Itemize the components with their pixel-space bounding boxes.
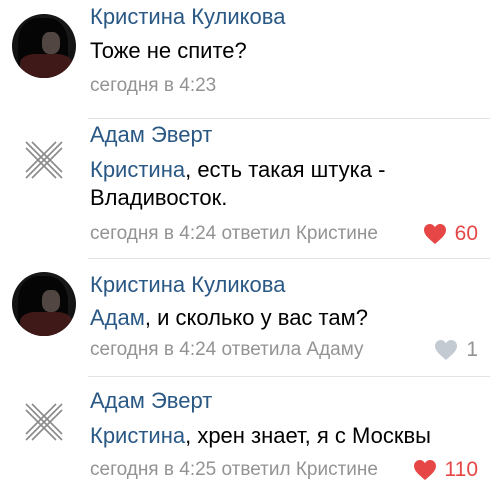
- mention-link[interactable]: Кристина: [90, 423, 185, 448]
- avatar[interactable]: [12, 272, 76, 336]
- comment-author[interactable]: Адам Эверт: [90, 388, 212, 414]
- like-count: 60: [454, 222, 478, 245]
- like-button[interactable]: 1: [434, 338, 478, 362]
- comment-text-body: , есть такая штука -: [185, 157, 386, 182]
- comment-text-body: , хрен знает, я с Москвы: [185, 423, 431, 448]
- comment-item: Адам Эверт Кристина, есть такая штука - …: [0, 118, 490, 258]
- comment-item: Кристина Куликова Адам, и сколько у вас …: [0, 258, 490, 378]
- like-button[interactable]: 60: [423, 222, 478, 246]
- comment-text: Адам, и сколько у вас там?: [90, 304, 368, 331]
- like-count: 110: [444, 458, 478, 481]
- comment-timestamp[interactable]: сегодня в 4:24 ответила Адаму: [90, 338, 364, 362]
- comment-text: Кристина, есть такая штука -: [90, 156, 385, 183]
- deactivated-icon: [25, 141, 63, 179]
- heart-icon: [423, 224, 446, 244]
- comment-timestamp[interactable]: сегодня в 4:25 ответил Кристине: [90, 458, 378, 482]
- like-count: 1: [466, 338, 478, 361]
- comment-text-body: , и сколько у вас там?: [144, 305, 368, 330]
- heart-icon: [413, 460, 436, 480]
- comment-author[interactable]: Кристина Куликова: [90, 4, 285, 30]
- comment-author[interactable]: Кристина Куликова: [90, 272, 285, 298]
- comment-item: Кристина Куликова Тоже не спите? сегодня…: [0, 0, 490, 122]
- comment-text-line2: Владивосток.: [90, 185, 228, 210]
- mention-link[interactable]: Кристина: [90, 157, 185, 182]
- comment-timestamp[interactable]: сегодня в 4:24 ответил Кристине: [90, 222, 378, 246]
- comment-author[interactable]: Адам Эверт: [90, 122, 212, 148]
- avatar[interactable]: [12, 14, 76, 78]
- mention-link[interactable]: Адам: [90, 305, 145, 330]
- comment-item: Адам Эверт Кристина, хрен знает, я с Мос…: [0, 376, 490, 500]
- deactivated-icon: [25, 403, 63, 441]
- heart-icon: [435, 340, 458, 360]
- comment-text: Тоже не спите?: [90, 38, 247, 63]
- like-button[interactable]: 110: [413, 458, 478, 482]
- comment-timestamp[interactable]: сегодня в 4:23: [90, 74, 216, 98]
- comment-text: Кристина, хрен знает, я с Москвы: [90, 422, 431, 449]
